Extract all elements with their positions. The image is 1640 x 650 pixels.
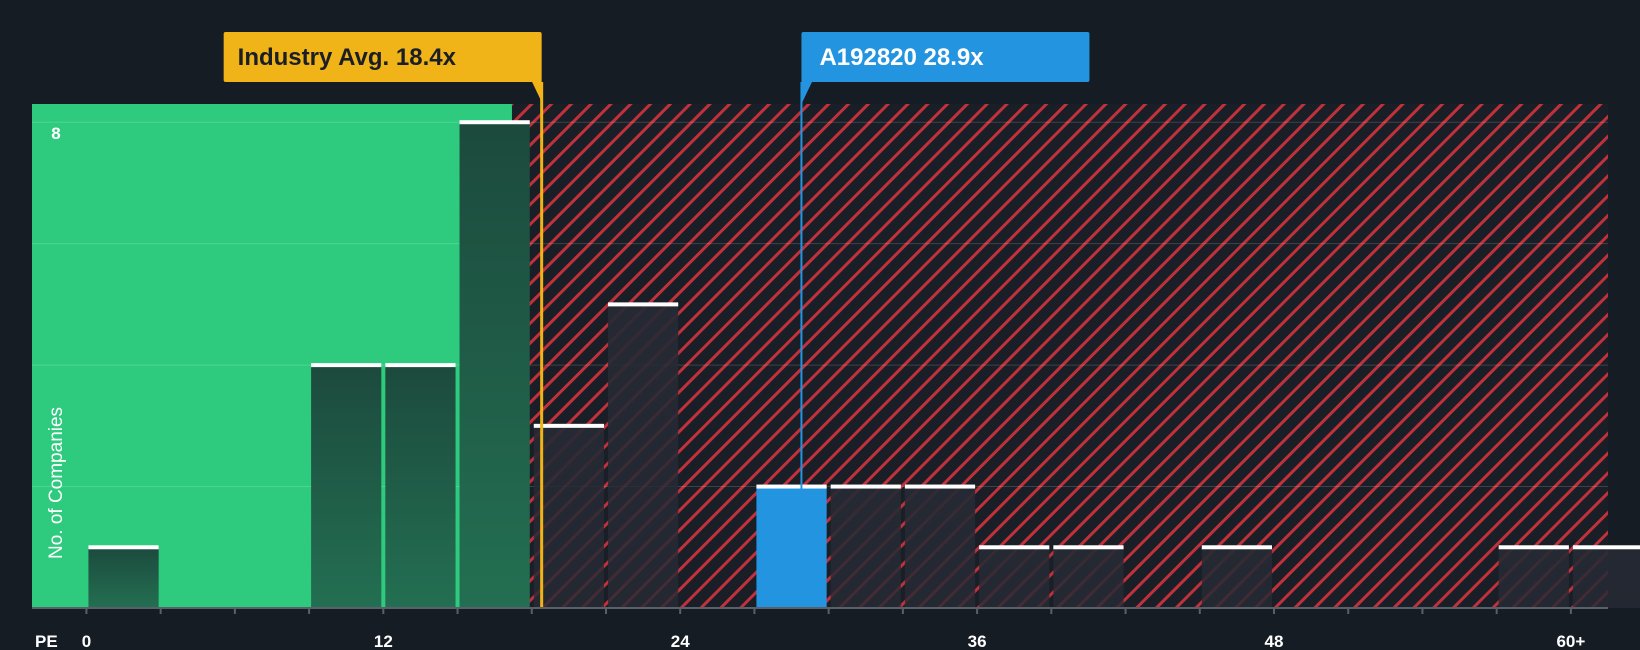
bar-cap bbox=[459, 120, 530, 125]
histogram-bar bbox=[533, 425, 604, 608]
x-tick-label: 12 bbox=[374, 632, 393, 650]
histogram-bar bbox=[904, 486, 976, 608]
bar-cap bbox=[311, 363, 382, 368]
x-tick-label: 48 bbox=[1265, 632, 1284, 650]
x-axis: 0 12 24 36 48 60+ PE bbox=[32, 607, 1608, 650]
histogram-bar bbox=[1201, 547, 1272, 608]
histogram-bar bbox=[830, 486, 901, 608]
bar-cap bbox=[88, 545, 159, 550]
histogram-bar bbox=[979, 547, 1050, 608]
histogram-bar bbox=[756, 486, 827, 608]
bar-cap bbox=[756, 484, 827, 489]
histogram-bar bbox=[88, 547, 159, 608]
histogram-bar bbox=[459, 122, 530, 609]
bar-cap bbox=[533, 423, 604, 428]
histogram-bar bbox=[311, 365, 382, 608]
company-pe-pointer bbox=[801, 81, 813, 104]
bar-cap bbox=[979, 545, 1050, 550]
y-axis-label: No. of Companies bbox=[46, 407, 67, 559]
bar-cap bbox=[830, 484, 901, 489]
company-pe-label: A192820 28.9x bbox=[819, 44, 984, 71]
x-tick-label: 60+ bbox=[1556, 632, 1585, 650]
y-tick-label: 8 bbox=[51, 124, 60, 143]
bar-cap bbox=[1201, 545, 1272, 550]
histogram-bar bbox=[385, 365, 456, 608]
histogram-bar bbox=[1053, 547, 1124, 608]
histogram-bar bbox=[1572, 547, 1640, 608]
bar-cap bbox=[385, 363, 456, 368]
bar-cap bbox=[607, 302, 679, 307]
histogram-bar bbox=[1498, 547, 1569, 608]
x-tick-label: 0 bbox=[82, 632, 91, 650]
histogram-bar bbox=[607, 304, 679, 608]
x-tick-label: 36 bbox=[968, 632, 987, 650]
bar-cap bbox=[1572, 545, 1640, 550]
x-tick-label: 24 bbox=[671, 632, 690, 650]
pe-histogram-chart: 8 Industry Avg. 18.4x A192820 28.9x 0 12 24… bbox=[32, 32, 1640, 650]
x-axis-label: PE bbox=[35, 632, 58, 650]
industry-avg-pointer bbox=[531, 81, 542, 102]
industry-avg-label: Industry Avg. 18.4x bbox=[238, 44, 457, 71]
bar-cap bbox=[1498, 545, 1569, 550]
bar-cap bbox=[1053, 545, 1124, 550]
bar-cap bbox=[904, 484, 976, 489]
